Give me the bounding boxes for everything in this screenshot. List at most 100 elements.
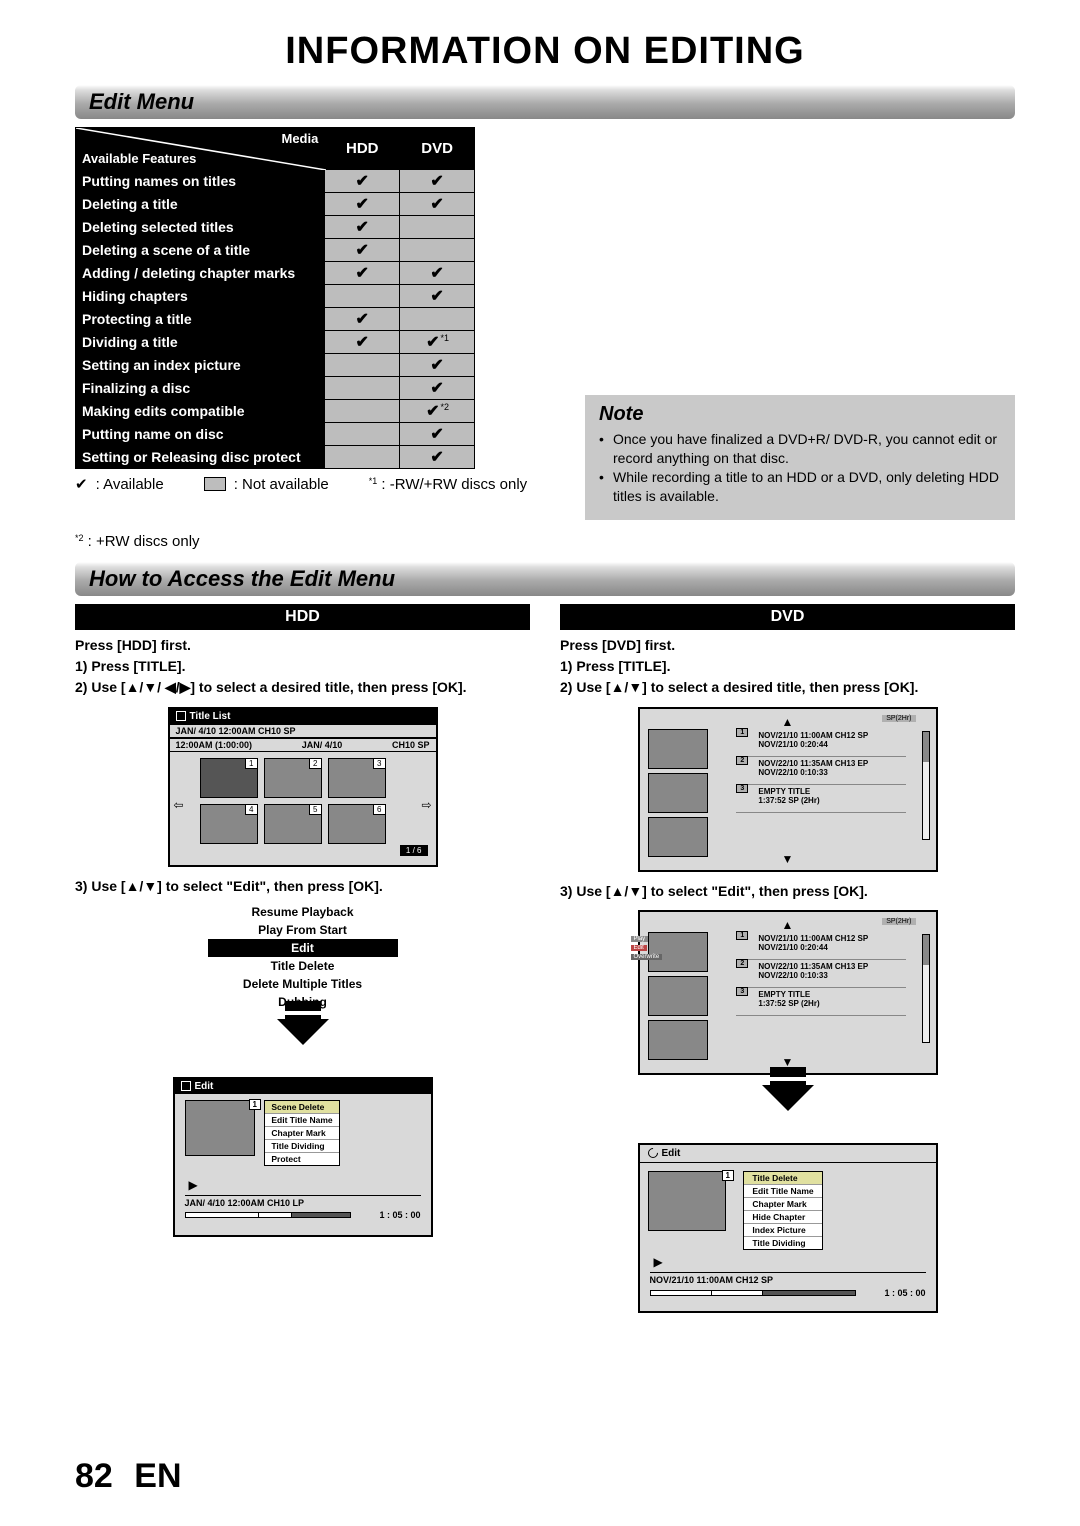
feature-label: Setting an index picture	[76, 354, 325, 377]
play-icon: ▶	[189, 1178, 198, 1192]
note-item: While recording a title to an HDD or a D…	[599, 468, 1001, 506]
tag-edit: Edit	[631, 945, 647, 951]
page-footer: 82 EN	[75, 1457, 182, 1496]
menu-item: Resume Playback	[208, 903, 398, 921]
title-number: 1	[249, 1099, 261, 1110]
feature-dvd-cell: ✔	[400, 262, 475, 285]
page-number: 82	[75, 1457, 113, 1495]
footnote2-sup: *2	[75, 533, 84, 543]
menu-item: Delete Multiple Titles	[208, 975, 398, 993]
row-group-label: Available Features	[82, 151, 196, 166]
feature-label: Deleting selected titles	[76, 216, 325, 239]
feature-hdd-cell: ✔	[325, 262, 400, 285]
feature-dvd-cell: ✔	[400, 285, 475, 308]
feature-label: Deleting a title	[76, 193, 325, 216]
sp-badge: SP(2Hr)	[882, 715, 915, 722]
thumbnail: 2	[264, 758, 322, 798]
feature-label: Dividing a title	[76, 331, 325, 354]
dvd-title-list-edit-screenshot: ▲ SP(2Hr) Play Edit Overwrite 1NOV/21/10…	[638, 910, 938, 1075]
menu-item: Edit	[208, 939, 398, 957]
edit-option: Chapter Mark	[744, 1198, 821, 1211]
feature-hdd-cell: ✔	[325, 216, 400, 239]
thumbnail: 6	[328, 804, 386, 844]
menu-item: Play From Start	[208, 921, 398, 939]
title-list-info2c: CH10 SP	[392, 740, 430, 750]
edit-option: Title Dividing	[744, 1237, 821, 1249]
feature-dvd-cell: ✔	[400, 354, 475, 377]
left-arrow-icon: ⇦	[174, 798, 184, 812]
edit-option: Protect	[265, 1153, 338, 1165]
footnote1: : -RW/+RW discs only	[377, 476, 527, 493]
edit-time: 1 : 05 : 00	[379, 1210, 420, 1220]
feature-label: Protecting a title	[76, 308, 325, 331]
table-legend: ✔: Available : Not available *1 : -RW/+R…	[75, 475, 555, 550]
feature-label: Hiding chapters	[76, 285, 325, 308]
feature-dvd-cell: ✔	[400, 170, 475, 193]
feature-label: Putting name on disc	[76, 423, 325, 446]
feature-hdd-cell: ✔	[325, 239, 400, 262]
dvd-heading: DVD	[560, 604, 1015, 630]
feature-hdd-cell	[325, 285, 400, 308]
col-hdd: HDD	[325, 128, 400, 170]
feature-dvd-cell: ✔*1	[400, 331, 475, 354]
edit-option: Scene Delete	[265, 1101, 338, 1114]
check-icon: ✔	[75, 475, 88, 493]
title-slot: 2NOV/22/10 11:35AM CH13 EPNOV/22/10 0:10…	[736, 960, 906, 988]
feature-label: Finalizing a disc	[76, 377, 325, 400]
play-icon: ▶	[654, 1255, 663, 1269]
dvd-thumb: Play Edit Overwrite	[648, 932, 708, 972]
tag-overwrite: Overwrite	[631, 954, 663, 960]
thumbnail: 1	[200, 758, 258, 798]
feature-dvd-cell: ✔	[400, 423, 475, 446]
edit-header: Edit	[662, 1148, 681, 1159]
feature-label: Making edits compatible	[76, 400, 325, 423]
footnote2: : +RW discs only	[84, 533, 200, 550]
feature-dvd-cell	[400, 308, 475, 331]
feature-label: Adding / deleting chapter marks	[76, 262, 325, 285]
feature-hdd-cell: ✔	[325, 193, 400, 216]
scrollbar	[922, 731, 930, 840]
title-slot: 1NOV/21/10 11:00AM CH12 SPNOV/21/10 0:20…	[736, 932, 906, 960]
title-slot: 3EMPTY TITLE1:37:52 SP (2Hr)	[736, 785, 906, 813]
edit-header: Edit	[195, 1081, 214, 1092]
feature-hdd-cell	[325, 377, 400, 400]
list-icon	[176, 711, 186, 721]
feature-hdd-cell: ✔	[325, 170, 400, 193]
title-slot: 2NOV/22/10 11:35AM CH13 EPNOV/22/10 0:10…	[736, 757, 906, 785]
edit-option: Title Dividing	[265, 1140, 338, 1153]
down-arrow-icon	[762, 1085, 814, 1111]
feature-label: Putting names on titles	[76, 170, 325, 193]
feature-hdd-cell	[325, 423, 400, 446]
hdd-heading: HDD	[75, 604, 530, 630]
title-slot: 3EMPTY TITLE1:37:52 SP (2Hr)	[736, 988, 906, 1016]
feature-label: Deleting a scene of a title	[76, 239, 325, 262]
feature-label: Setting or Releasing disc protect	[76, 446, 325, 469]
footnote1-sup: *1	[369, 476, 378, 486]
edit-option: Hide Chapter	[744, 1211, 821, 1224]
feature-dvd-cell: ✔	[400, 193, 475, 216]
section-edit-menu: Edit Menu	[75, 85, 1015, 119]
dvd-press-first: Press [DVD] first.	[560, 636, 1015, 654]
hdd-column: HDD Press [HDD] first. 1) Press [TITLE].…	[75, 604, 530, 1323]
edit-info: NOV/21/10 11:00AM CH12 SP	[650, 1272, 926, 1285]
title-slot: 1NOV/21/10 11:00AM CH12 SPNOV/21/10 0:20…	[736, 729, 906, 757]
feature-dvd-cell: ✔*2	[400, 400, 475, 423]
dvd-step1: 1) Press [TITLE].	[560, 657, 1015, 675]
table-corner: Media Available Features	[76, 128, 325, 170]
down-icon: ▼	[640, 852, 936, 866]
disc-icon	[645, 1146, 659, 1160]
dvd-thumb	[648, 729, 708, 769]
menu-item: Title Delete	[208, 957, 398, 975]
thumbnail: 3	[328, 758, 386, 798]
edit-icon	[181, 1081, 191, 1091]
note-title: Note	[599, 403, 1001, 426]
pager: 1 / 6	[400, 845, 428, 856]
scrollbar	[922, 934, 930, 1043]
title-list-info2b: JAN/ 4/10	[302, 740, 343, 750]
legend-available: : Available	[96, 476, 164, 493]
page-title: INFORMATION ON EDITING	[75, 30, 1015, 73]
feature-hdd-cell	[325, 400, 400, 423]
dvd-thumb	[648, 773, 708, 813]
edit-option: Edit Title Name	[744, 1185, 821, 1198]
hdd-step3: 3) Use [▲/▼] to select "Edit", then pres…	[75, 877, 530, 895]
